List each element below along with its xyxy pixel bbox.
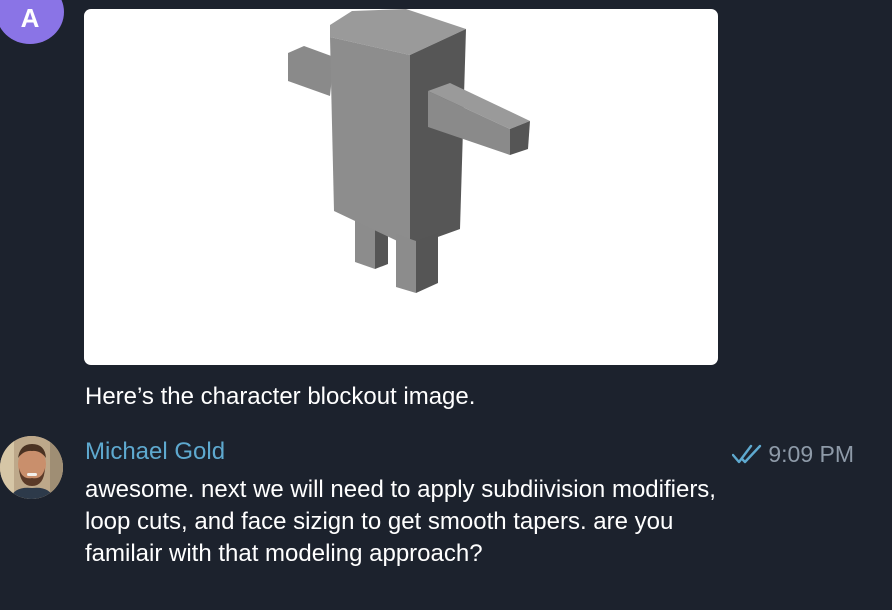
chat-history: A Here’s the character blockout image. M… (0, 0, 892, 610)
message-meta: 9:09 PM (732, 439, 854, 469)
double-check-icon (732, 444, 762, 464)
sender-name-cropped (84, 0, 174, 2)
avatar-initial: A (20, 2, 40, 33)
character-blockout-render (288, 9, 530, 293)
message-image[interactable] (84, 9, 718, 365)
avatar[interactable] (0, 436, 63, 499)
profile-photo (0, 436, 63, 499)
sender-name[interactable]: Michael Gold (85, 437, 225, 467)
message-text: awesome. next we will need to apply subd… (85, 476, 716, 567)
message-caption: Here’s the character blockout image. (85, 383, 476, 410)
avatar[interactable]: A (0, 0, 64, 44)
message-time: 9:09 PM (768, 441, 854, 467)
